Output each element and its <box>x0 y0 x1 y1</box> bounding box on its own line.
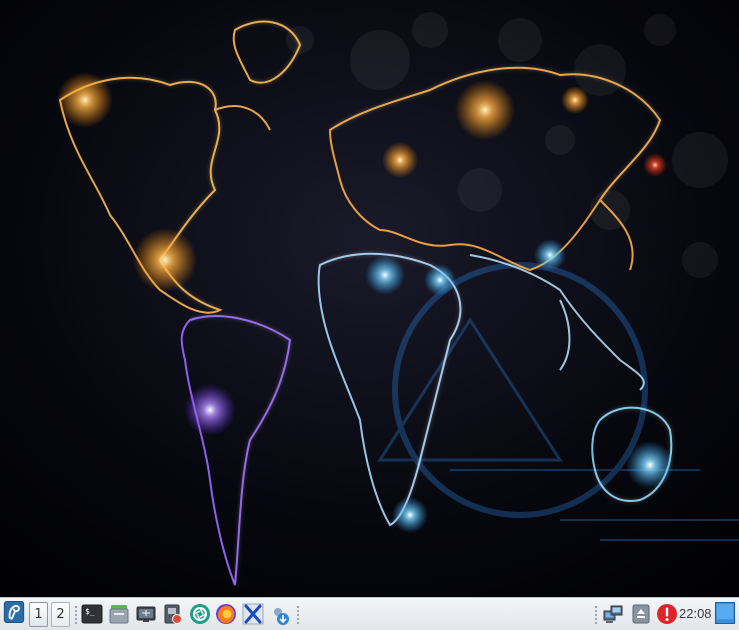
update-tool-icon[interactable] <box>270 605 292 627</box>
firefox-icon[interactable] <box>215 603 237 625</box>
workspace-1-button[interactable]: 1 <box>29 602 48 627</box>
xfig-app-icon[interactable] <box>242 603 264 625</box>
show-desktop-icon[interactable] <box>714 602 736 625</box>
alert-icon[interactable] <box>656 603 678 625</box>
file-manager-icon[interactable] <box>108 603 130 625</box>
clock[interactable]: 22:08 <box>679 604 712 624</box>
tray-drag-handle[interactable] <box>594 605 598 624</box>
eject-icon[interactable] <box>630 603 652 625</box>
network-computers-icon[interactable] <box>602 603 624 625</box>
desktop-screen: 1 2 $_ 22:08 <box>0 0 739 630</box>
aperture-app-icon[interactable] <box>189 603 211 625</box>
svg-text:$_: $_ <box>85 607 95 616</box>
screenshot-tool-icon[interactable] <box>162 603 184 625</box>
network-monitor-icon[interactable] <box>135 603 157 625</box>
wallpaper-world-map <box>0 0 739 597</box>
panel-drag-handle-2[interactable] <box>296 605 300 624</box>
workspace-2-button[interactable]: 2 <box>51 602 70 627</box>
distro-logo-icon[interactable] <box>3 601 27 627</box>
panel-drag-handle[interactable] <box>74 605 78 624</box>
terminal-icon[interactable]: $_ <box>81 603 103 625</box>
taskbar-panel: 1 2 $_ 22:08 <box>0 597 739 630</box>
